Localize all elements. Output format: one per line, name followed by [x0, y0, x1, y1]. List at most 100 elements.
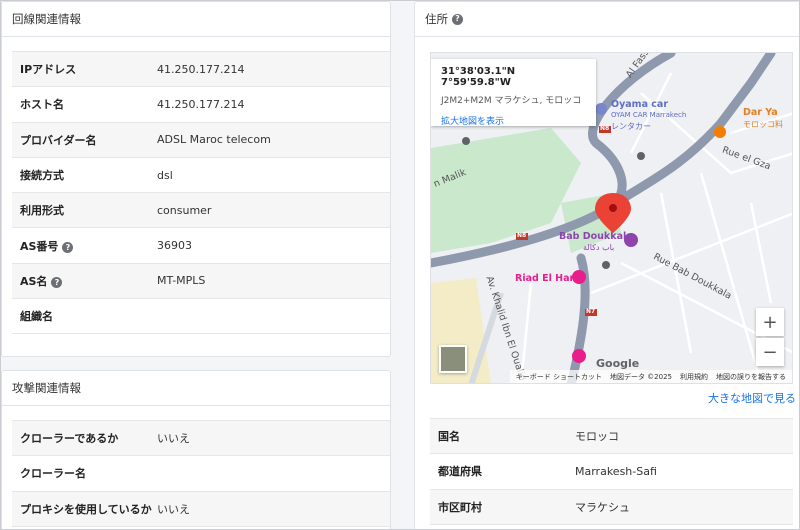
row-key: IPアドレス: [12, 51, 157, 88]
row-key: AS番号?: [12, 227, 157, 264]
address-card: 住所 ? Al Fassi Oyama car OYAM CAR Marrake…: [414, 1, 799, 529]
address-header: 住所 ?: [415, 2, 799, 37]
table-row: プロキシを使用しているか いいえ: [12, 491, 390, 527]
map-label-oyama-car-sub: OYAM CAR Marrakech: [611, 111, 687, 119]
row-value: 41.250.177.214: [157, 51, 390, 88]
row-key-label: 市区町村: [438, 500, 482, 514]
row-key-label: クローラー名: [20, 467, 86, 481]
geo-info-table: 国名 モロッコ都道府県 Marrakesh-Safi 市区町村 マラケシュ: [430, 418, 793, 525]
row-key: クローラーであるか: [12, 420, 157, 457]
help-icon[interactable]: ?: [452, 13, 463, 25]
map-coordinates: 31°38'03.1"N 7°59'59.8"W: [441, 66, 516, 88]
line-info-title: 回線関連情報: [12, 12, 81, 26]
row-key: プロバイダー名: [12, 122, 157, 158]
row-key: プロキシを使用しているか: [12, 491, 157, 527]
table-row: 利用形式 consumer: [12, 192, 390, 229]
help-icon[interactable]: ?: [62, 242, 74, 254]
map-label-rental: レンタカー: [611, 122, 651, 131]
row-key: ホスト名: [12, 86, 157, 123]
row-value: 36903: [157, 227, 390, 264]
row-key-label: プロキシを使用しているか: [20, 502, 152, 516]
row-value: consumer: [157, 192, 390, 229]
row-value: MT-MPLS: [157, 263, 390, 300]
row-key-label: AS番号: [20, 239, 59, 253]
table-row: 国名 モロッコ: [430, 418, 793, 455]
table-row: 組織名: [12, 298, 390, 335]
row-key-label: IPアドレス: [20, 63, 77, 77]
attack-info-card: 攻撃関連情報 クローラーであるか いいえ クローラー名 プロキシを使用しているか いいえ: [1, 370, 391, 529]
map-label-dar-ya-sub: モロッコ料: [743, 120, 783, 129]
line-info-header: 回線関連情報: [2, 2, 390, 37]
row-key-label: AS名: [20, 274, 48, 288]
terms-link[interactable]: 利用規約: [680, 372, 708, 382]
road-shield-n7: N7: [586, 308, 596, 315]
row-key-label: ホスト名: [20, 98, 64, 112]
address-title: 住所: [425, 12, 448, 26]
attack-info-header: 攻撃関連情報: [2, 371, 390, 406]
row-key-label: クローラーであるか: [20, 432, 119, 446]
road-shield-n8: N8: [517, 232, 527, 239]
big-map-link[interactable]: 大きな地図で見る: [708, 390, 796, 406]
row-key: 市区町村: [430, 489, 575, 525]
map-label-oyama-car: Oyama car: [611, 99, 669, 110]
map[interactable]: Al Fassi Oyama car OYAM CAR Marrakech レン…: [430, 52, 793, 384]
line-info-card: 回線関連情報 IPアドレス 41.250.177.214 ホスト名 41.250.17…: [1, 1, 391, 357]
row-key-label: プロバイダー名: [20, 133, 97, 147]
row-value: ADSL Maroc telecom: [157, 122, 390, 158]
row-value: [157, 455, 390, 492]
table-row: IPアドレス 41.250.177.214: [12, 51, 390, 88]
view-larger-map-link[interactable]: 拡大地図を表示: [441, 114, 586, 127]
zoom-out-button[interactable]: −: [756, 338, 784, 366]
row-value: dsl: [157, 157, 390, 194]
row-value: いいえ: [157, 491, 390, 527]
help-icon[interactable]: ?: [51, 277, 63, 289]
map-label-bab-doukkala: Bab Doukkala: [559, 231, 633, 242]
row-value: マラケシュ: [575, 489, 793, 525]
map-label-riad-el-hara: Riad El Hara: [515, 273, 581, 284]
page: 回線関連情報 IPアドレス 41.250.177.214 ホスト名 41.250.17…: [0, 0, 800, 530]
map-label-bab-doukkala-ar: باب دكالة: [583, 243, 615, 252]
row-key-label: 利用形式: [20, 204, 64, 218]
row-value: 41.250.177.214: [157, 86, 390, 123]
row-key-label: 組織名: [20, 310, 53, 324]
map-plus-code-address: J2M2+M2M マラケシュ, モロッコ: [441, 96, 582, 106]
row-key: 国名: [430, 418, 575, 455]
table-row: 都道府県 Marrakesh-Safi: [430, 453, 793, 490]
table-row: AS名? MT-MPLS: [12, 263, 390, 300]
row-key: AS名?: [12, 263, 157, 300]
row-key: クローラー名: [12, 455, 157, 492]
row-key: 接続方式: [12, 157, 157, 194]
poi-marker: [714, 126, 726, 138]
table-row: 接続方式 dsl: [12, 157, 390, 194]
row-key: 都道府県: [430, 453, 575, 490]
satellite-toggle-thumbnail[interactable]: [439, 345, 467, 373]
table-row: クローラー名: [12, 455, 390, 492]
map-data-notice: 地図データ ©2025: [609, 372, 672, 381]
row-key-label: 接続方式: [20, 169, 64, 183]
table-row: ホスト名 41.250.177.214: [12, 86, 390, 123]
row-key: 利用形式: [12, 192, 157, 229]
keyboard-shortcuts-link[interactable]: キーボード ショートカット: [516, 372, 602, 382]
row-value: Marrakesh-Safi: [575, 453, 793, 490]
row-value: [157, 298, 390, 335]
report-map-error-link[interactable]: 地図の誤りを報告する: [716, 372, 786, 382]
poi-marker: [572, 349, 586, 363]
google-logo: Google: [596, 357, 640, 370]
row-value: いいえ: [157, 420, 390, 457]
row-key-label: 国名: [438, 430, 460, 444]
row-key: 組織名: [12, 298, 157, 335]
zoom-in-button[interactable]: +: [756, 308, 784, 336]
poi-marker: [595, 103, 607, 115]
transit-marker: [637, 152, 645, 160]
table-row: プロバイダー名 ADSL Maroc telecom: [12, 122, 390, 158]
transit-marker: [602, 261, 610, 269]
row-value: モロッコ: [575, 418, 793, 455]
attack-info-title: 攻撃関連情報: [12, 381, 81, 395]
map-attribution: キーボード ショートカット 地図データ ©2025 利用規約 地図の誤りを報告す…: [509, 370, 792, 383]
map-info-box: 31°38'03.1"N 7°59'59.8"W J2M2+M2M マラケシュ,…: [431, 59, 596, 127]
attack-info-table: クローラーであるか いいえ クローラー名 プロキシを使用しているか いいえ: [12, 420, 390, 527]
row-key-label: 都道府県: [438, 465, 482, 479]
line-info-table: IPアドレス 41.250.177.214 ホスト名 41.250.177.214 プロ…: [12, 51, 390, 335]
table-row: 市区町村 マラケシュ: [430, 489, 793, 525]
table-row: AS番号? 36903: [12, 227, 390, 264]
